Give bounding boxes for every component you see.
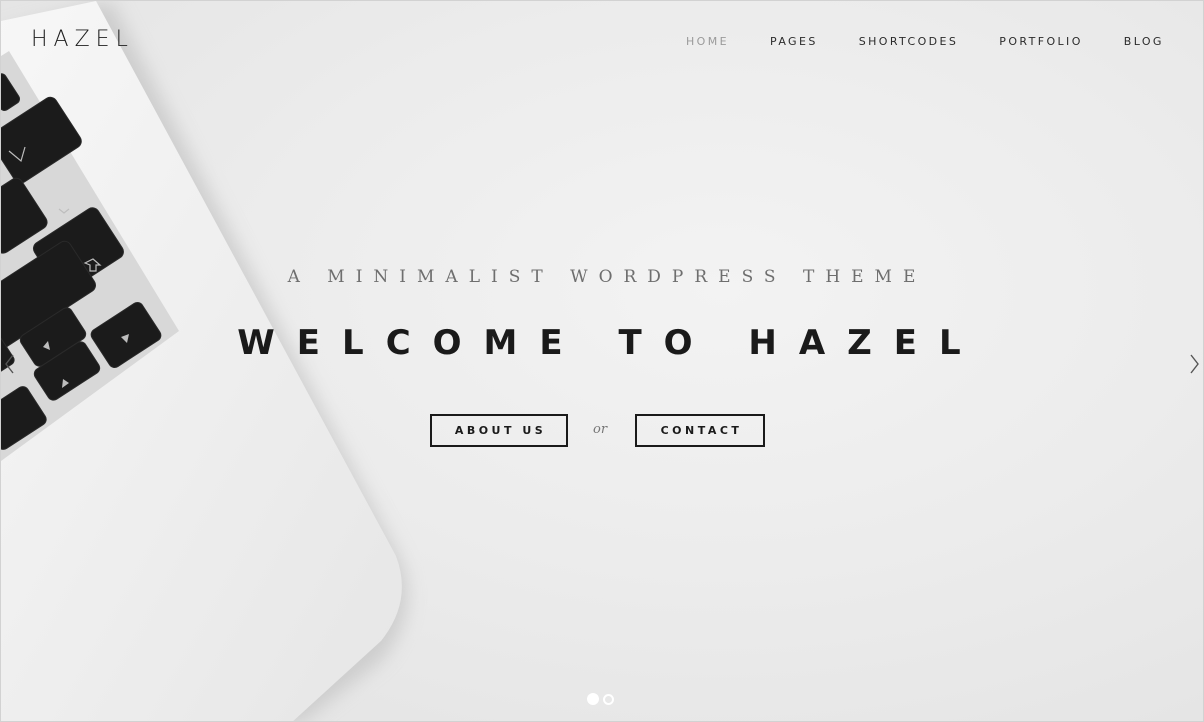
slide-dot-2[interactable] (603, 694, 614, 705)
chevron-left-icon (5, 354, 14, 374)
logo-text: HAZEL (31, 26, 134, 52)
slider-next-button[interactable] (1187, 351, 1203, 377)
nav-item-portfolio[interactable]: PORTFOLIO (999, 35, 1082, 48)
slider-prev-button[interactable] (1, 351, 17, 377)
hero-title: WELCOME TO HAZEL (237, 323, 983, 363)
separator-text: or (593, 422, 608, 437)
nav-item-blog[interactable]: BLOG (1124, 35, 1164, 48)
slider-pagination (587, 693, 614, 705)
hero-slider: HAZEL HOME PAGES SHORTCODES PORTFOLIO BL… (0, 0, 1204, 722)
site-logo[interactable]: HAZEL (31, 26, 134, 52)
nav-item-pages[interactable]: PAGES (770, 35, 818, 48)
contact-button[interactable]: CONTACT (635, 414, 765, 447)
main-nav: HOME PAGES SHORTCODES PORTFOLIO BLOG (665, 35, 1164, 48)
nav-item-shortcodes[interactable]: SHORTCODES (859, 35, 959, 48)
about-us-button[interactable]: ABOUT US (430, 414, 568, 447)
nav-item-home[interactable]: HOME (686, 35, 729, 48)
chevron-right-icon (1190, 354, 1199, 374)
slide-dot-1[interactable] (587, 693, 599, 705)
hero-subtitle: A MINIMALIST WORDPRESS THEME (287, 267, 927, 287)
